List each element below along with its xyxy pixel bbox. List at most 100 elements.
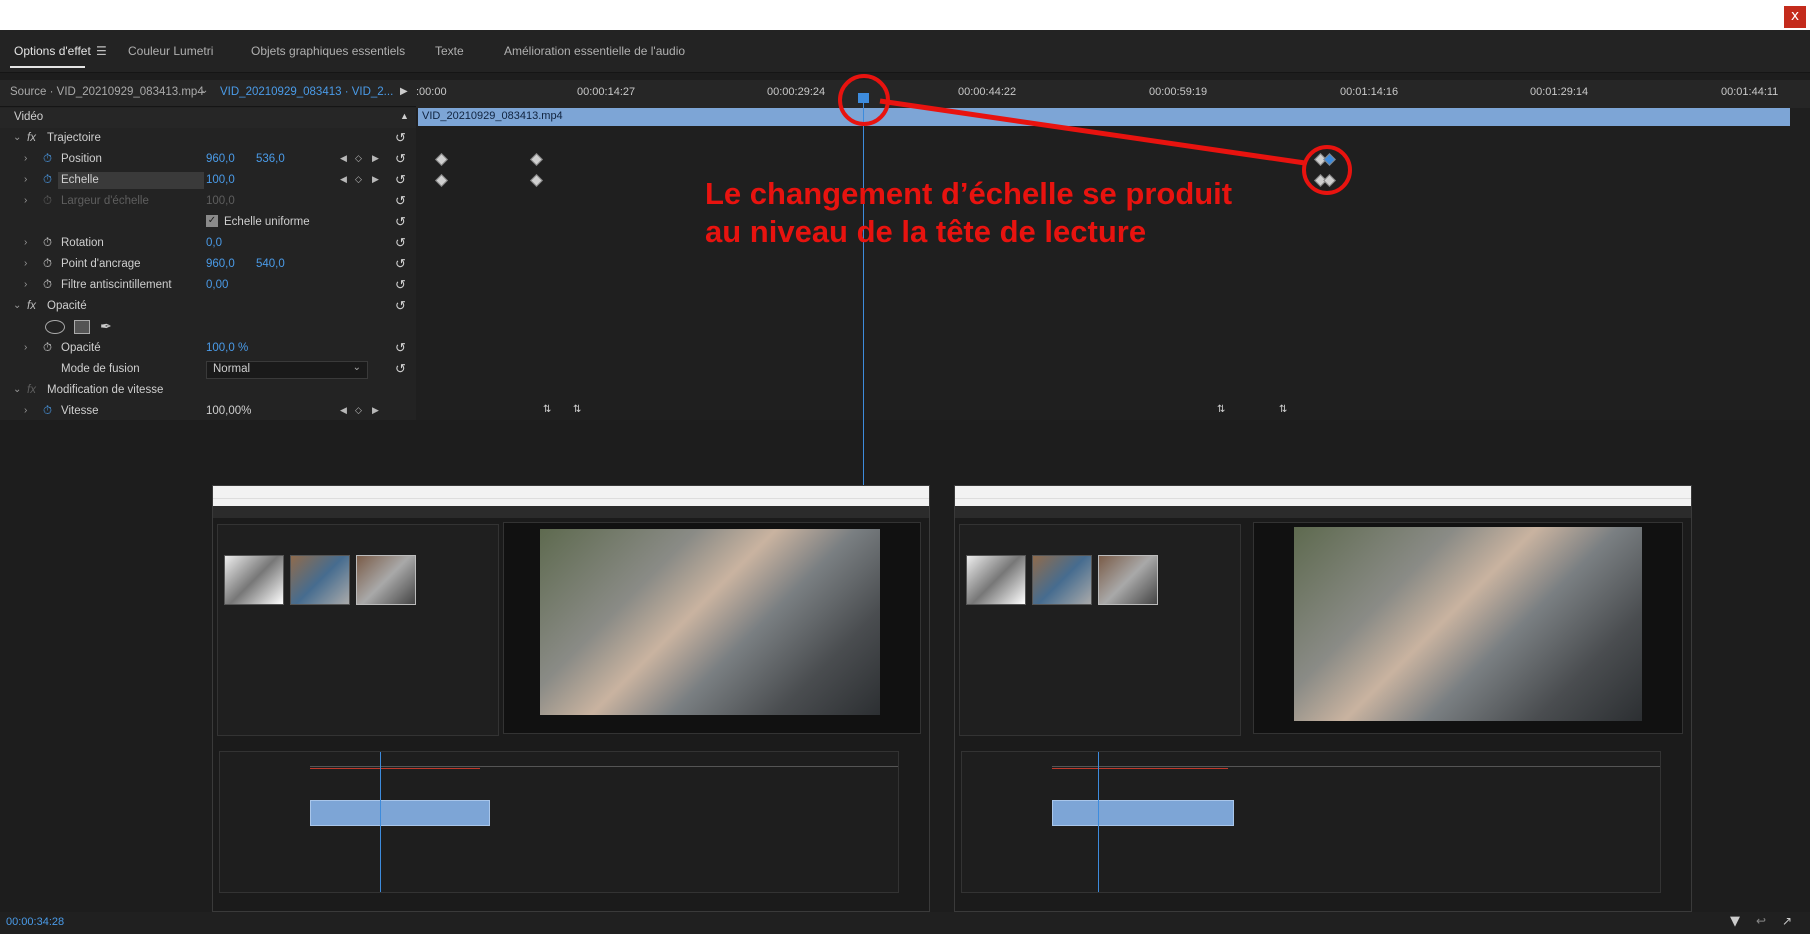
speed-keyframe-icon[interactable]: ⇅ xyxy=(1279,404,1287,415)
stopwatch-icon[interactable]: ⏱ xyxy=(43,153,52,166)
fx-icon[interactable]: fx xyxy=(27,132,36,144)
scroll-up-icon[interactable]: ▲ xyxy=(400,111,409,121)
reset-icon[interactable]: ↺ xyxy=(395,130,406,146)
close-button[interactable]: x xyxy=(1784,6,1806,28)
chevron-down-icon: ⌄ xyxy=(352,362,361,373)
chevron-down-icon[interactable]: ⌄ xyxy=(13,132,21,143)
panel-menu-icon[interactable]: ☰ xyxy=(96,44,107,58)
reset-icon[interactable]: ↺ xyxy=(395,214,406,230)
stopwatch-icon[interactable]: ⏱ xyxy=(43,174,52,187)
next-keyframe-icon[interactable]: ▶ xyxy=(372,153,379,164)
reset-icon[interactable]: ↺ xyxy=(395,298,406,314)
largeur-value: 100,0 xyxy=(206,195,235,207)
ellipse-mask-icon[interactable] xyxy=(45,320,65,334)
chevron-right-icon[interactable]: › xyxy=(24,342,27,353)
position-x-value[interactable]: 960,0 xyxy=(206,153,235,165)
param-fusion[interactable]: Mode de fusion Normal ⌄ ↺ xyxy=(0,360,416,380)
status-bar: 00:00:34:28 ▼ ↩ ↗ xyxy=(0,912,1810,934)
stopwatch-icon[interactable]: ⏱ xyxy=(43,405,52,418)
fusion-value: Normal xyxy=(213,363,251,375)
chevron-down-icon[interactable]: ⌄ xyxy=(13,300,21,311)
reset-icon[interactable]: ↺ xyxy=(395,277,406,293)
chevron-right-icon[interactable]: › xyxy=(24,258,27,269)
next-keyframe-icon[interactable]: ▶ xyxy=(372,405,379,416)
chevron-down-icon[interactable]: ⌄ xyxy=(200,85,208,96)
param-echelle-uniforme[interactable]: ✓ Echelle uniforme ↺ xyxy=(0,213,416,233)
reset-icon[interactable]: ↺ xyxy=(395,235,406,251)
param-ancrage[interactable]: › ⏱ Point d'ancrage 960,0 540,0 ↺ xyxy=(0,255,416,275)
reset-icon: ↺ xyxy=(395,193,406,208)
ruler-tick: 00:00:14:27 xyxy=(577,86,636,98)
tab-options-effet[interactable]: Options d'effet xyxy=(14,44,91,58)
clip-bar[interactable]: VID_20210929_083413.mp4 xyxy=(418,108,1790,126)
chevron-right-icon[interactable]: › xyxy=(24,237,27,248)
tab-objets-graphiques[interactable]: Objets graphiques essentiels xyxy=(251,44,405,58)
share-icon[interactable]: ↗ xyxy=(1782,914,1792,928)
annotation-line2: au niveau de la tête de lecture xyxy=(705,214,1147,249)
mask-tools: ✒ xyxy=(0,318,416,338)
reset-icon[interactable]: ↺ xyxy=(395,256,406,272)
effect-vitesse[interactable]: ⌄ fx Modification de vitesse xyxy=(0,381,416,401)
ancrage-x-value[interactable]: 960,0 xyxy=(206,258,235,270)
chevron-down-icon[interactable]: ⌄ xyxy=(13,384,21,395)
param-echelle[interactable]: › ⏱ Echelle 100,0 ◀ ◇ ▶ ↺ xyxy=(0,171,416,191)
param-position[interactable]: › ⏱ Position 960,0 536,0 ◀ ◇ ▶ ↺ xyxy=(0,150,416,170)
prev-keyframe-icon[interactable]: ◀ xyxy=(340,174,347,185)
export-frame-icon[interactable]: ↩ xyxy=(1756,914,1766,928)
param-rotation[interactable]: › ⏱ Rotation 0,0 ↺ xyxy=(0,234,416,254)
add-keyframe-icon[interactable]: ◇ xyxy=(355,153,362,164)
chevron-right-icon[interactable]: › xyxy=(24,279,27,290)
next-keyframe-icon[interactable]: ▶ xyxy=(372,174,379,185)
ancrage-y-value[interactable]: 540,0 xyxy=(256,258,285,270)
speed-keyframe-icon[interactable]: ⇅ xyxy=(573,404,581,415)
param-vitesse[interactable]: › ⏱ Vitesse 100,00% ◀ ◇ ▶ xyxy=(0,402,416,422)
source-label[interactable]: Source · VID_20210929_083413.mp4 xyxy=(10,86,204,98)
filtre-value[interactable]: 0,00 xyxy=(206,279,228,291)
embedded-render-bar xyxy=(1052,768,1228,769)
prev-keyframe-icon[interactable]: ◀ xyxy=(340,153,347,164)
filter-icon[interactable]: ▼ xyxy=(1730,914,1740,929)
sequence-label[interactable]: VID_20210929_083413 · VID_2... xyxy=(220,86,393,98)
param-filtre[interactable]: › ⏱ Filtre antiscintillement 0,00 ↺ xyxy=(0,276,416,296)
speed-keyframe-icon[interactable]: ⇅ xyxy=(1217,404,1225,415)
trajectoire-label: Trajectoire xyxy=(47,132,101,144)
reset-icon[interactable]: ↺ xyxy=(395,151,406,167)
ruler-tick: 00:01:44:11 xyxy=(1721,86,1779,98)
speed-keyframe-icon[interactable]: ⇅ xyxy=(543,404,551,415)
add-keyframe-icon[interactable]: ◇ xyxy=(355,174,362,185)
pen-mask-icon[interactable]: ✒ xyxy=(100,318,112,335)
opacite-value[interactable]: 100,0 % xyxy=(206,342,248,354)
time-ruler[interactable]: :00:00 00:00:14:27 00:00:29:24 00:00:44:… xyxy=(416,80,1810,108)
fx-icon[interactable]: fx xyxy=(27,300,36,312)
tab-texte[interactable]: Texte xyxy=(435,44,464,58)
stopwatch-icon[interactable]: ⏱ xyxy=(43,258,52,271)
clip-name: VID_20210929_083413.mp4 xyxy=(422,110,563,122)
effect-trajectoire[interactable]: ⌄ fx Trajectoire ↺ xyxy=(0,129,416,149)
chevron-right-icon[interactable]: › xyxy=(24,174,27,185)
fusion-select[interactable]: Normal ⌄ xyxy=(206,361,368,379)
tab-couleur-lumetri[interactable]: Couleur Lumetri xyxy=(128,44,213,58)
reset-icon[interactable]: ↺ xyxy=(395,172,406,188)
position-label: Position xyxy=(61,153,102,165)
embedded-program-monitor xyxy=(1253,522,1683,734)
reset-icon[interactable]: ↺ xyxy=(395,340,406,356)
rectangle-mask-icon[interactable] xyxy=(74,320,90,334)
play-only-icon[interactable]: ▶ xyxy=(400,86,408,97)
add-keyframe-icon[interactable]: ◇ xyxy=(355,405,362,416)
echelle-value[interactable]: 100,0 xyxy=(206,174,235,186)
param-opacite[interactable]: › ⏱ Opacité 100,0 % ↺ xyxy=(0,339,416,359)
current-timecode[interactable]: 00:00:34:28 xyxy=(6,916,64,928)
stopwatch-icon[interactable]: ⏱ xyxy=(43,342,52,355)
effect-opacite[interactable]: ⌄ fx Opacité ↺ xyxy=(0,297,416,317)
stopwatch-icon[interactable]: ⏱ xyxy=(43,237,52,250)
stopwatch-icon[interactable]: ⏱ xyxy=(43,279,52,292)
vitesse-value[interactable]: 100,00% xyxy=(206,405,251,417)
rotation-value[interactable]: 0,0 xyxy=(206,237,222,249)
tab-amelioration-audio[interactable]: Amélioration essentielle de l'audio xyxy=(504,44,685,58)
chevron-right-icon[interactable]: › xyxy=(24,153,27,164)
position-y-value[interactable]: 536,0 xyxy=(256,153,285,165)
prev-keyframe-icon[interactable]: ◀ xyxy=(340,405,347,416)
reset-icon[interactable]: ↺ xyxy=(395,361,406,377)
checkbox-checked-icon[interactable]: ✓ xyxy=(206,215,218,227)
chevron-right-icon[interactable]: › xyxy=(24,405,27,416)
